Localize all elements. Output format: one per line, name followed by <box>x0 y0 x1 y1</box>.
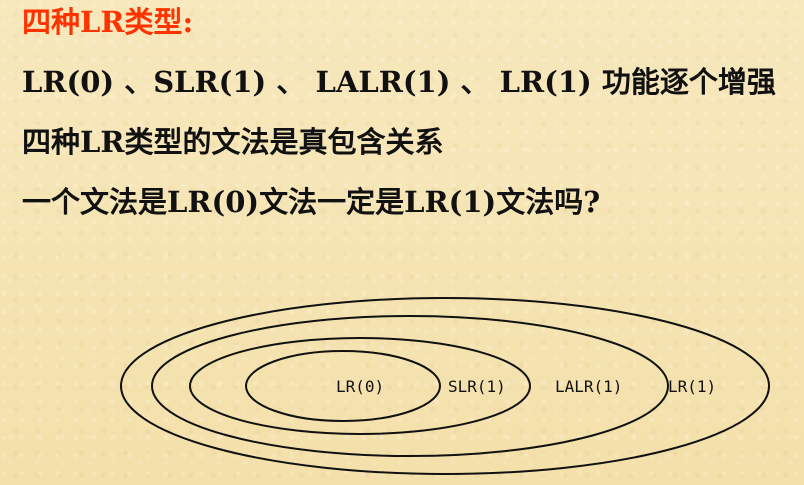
label-lalr1: LALR(1) <box>555 377 622 396</box>
statement-line-1: LR(0) 、SLR(1) 、 LALR(1) 、 LR(1) 功能逐个增强 <box>22 65 776 99</box>
slide-canvas: 四种LR类型: LR(0) 、SLR(1) 、 LALR(1) 、 LR(1) … <box>0 0 804 485</box>
label-lr0: LR(0) <box>336 377 384 396</box>
label-slr1: SLR(1) <box>448 377 506 396</box>
slide-title: 四种LR类型: <box>22 5 194 39</box>
outer-ellipse-lr1 <box>120 297 770 475</box>
label-lr1: LR(1) <box>668 377 716 396</box>
inner-ellipse-lr0 <box>245 350 441 422</box>
ellipse-lalr1 <box>151 315 669 457</box>
ellipse-slr1 <box>189 337 531 435</box>
statement-line-3: 一个文法是LR(0)文法一定是LR(1)文法吗? <box>22 185 601 219</box>
statement-line-2: 四种LR类型的文法是真包含关系 <box>22 125 444 159</box>
